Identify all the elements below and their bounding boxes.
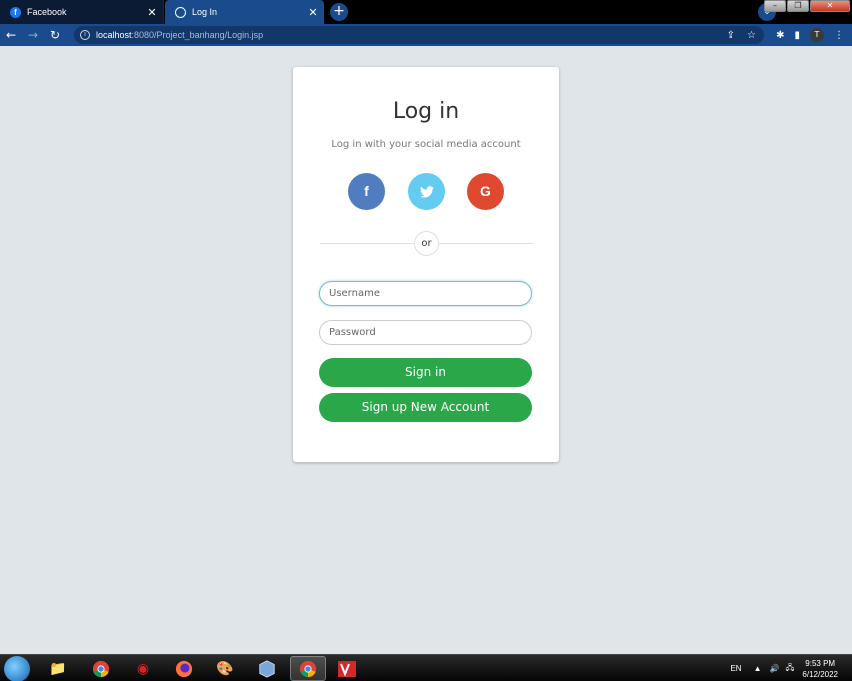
login-subtitle: Log in with your social media account <box>331 139 521 150</box>
minimize-button[interactable]: – <box>764 0 786 12</box>
tab-login[interactable]: Log In ✕ <box>165 0 324 24</box>
network-icon[interactable]: 🖧 <box>785 662 794 676</box>
facebook-login-button[interactable]: f <box>348 173 385 210</box>
password-input[interactable] <box>319 320 532 345</box>
firefox-icon[interactable] <box>166 656 202 681</box>
chrome-active-icon[interactable] <box>290 656 326 681</box>
close-icon[interactable]: ✕ <box>145 6 159 19</box>
reload-button[interactable]: ↻ <box>44 28 66 42</box>
forward-button[interactable]: → <box>22 28 44 42</box>
system-tray: EN ▲ 🔊 🖧 9:53 PM 6/12/2022 <box>730 655 852 681</box>
username-input[interactable] <box>319 281 532 306</box>
back-button[interactable]: ← <box>0 28 22 42</box>
page-body: Log in Log in with your social media acc… <box>0 46 852 654</box>
browser-toolbar: ← → ↻ i localhost :8080/Project_banhang/… <box>0 24 852 46</box>
info-icon[interactable]: i <box>80 30 90 40</box>
chrome-icon[interactable] <box>83 656 119 681</box>
virtualbox-icon[interactable] <box>249 656 285 681</box>
or-separator: or <box>414 231 439 256</box>
google-login-button[interactable]: G <box>467 173 504 210</box>
globe-icon <box>175 6 186 18</box>
share-icon[interactable]: ⇪ <box>727 30 735 41</box>
login-title: Log in <box>392 99 460 124</box>
sign-in-button[interactable]: Sign in <box>319 358 532 387</box>
clock-time: 9:53 PM <box>805 658 836 668</box>
browser-tab-strip: f Facebook ✕ Log In ✕ + ⌄ – ❐ ✕ <box>0 0 852 24</box>
restore-button[interactable]: ❐ <box>787 0 809 12</box>
extensions-icon[interactable]: ✱ <box>776 30 784 41</box>
profile-avatar[interactable]: T <box>810 28 824 42</box>
language-indicator[interactable]: EN <box>730 664 741 673</box>
window-controls: – ❐ ✕ <box>764 0 850 12</box>
facebook-icon: f <box>364 183 369 199</box>
facebook-icon: f <box>10 6 21 18</box>
tab-title: Log In <box>192 7 218 17</box>
tab-facebook[interactable]: f Facebook ✕ <box>0 0 164 24</box>
app-icon[interactable]: ◉ <box>125 656 161 681</box>
sign-up-button[interactable]: Sign up New Account <box>319 393 532 422</box>
twitter-icon <box>419 183 434 199</box>
show-hidden-icons-icon[interactable]: ▲ <box>754 664 762 673</box>
google-icon: G <box>480 183 491 199</box>
close-icon[interactable]: ✕ <box>306 6 320 19</box>
url-host: localhost <box>96 30 132 40</box>
clock-date: 6/12/2022 <box>802 669 838 679</box>
twitter-login-button[interactable] <box>408 173 445 210</box>
url-path: :8080/Project_banhang/Login.jsp <box>131 30 264 40</box>
clock[interactable]: 9:53 PM 6/12/2022 <box>802 658 838 680</box>
close-window-button[interactable]: ✕ <box>810 0 850 12</box>
taskbar: 📁 ◉ 🎨 EN ▲ 🔊 🖧 9:53 PM 6/12/2022 <box>0 654 852 681</box>
login-card: Log in Log in with your social media acc… <box>293 67 559 462</box>
visual-paradigm-icon[interactable] <box>329 656 365 681</box>
new-tab-button[interactable]: + <box>330 3 348 21</box>
tab-title: Facebook <box>27 7 67 17</box>
side-panel-icon[interactable]: ▮ <box>794 30 800 41</box>
paint-icon[interactable]: 🎨 <box>207 656 243 681</box>
menu-icon[interactable]: ⋮ <box>834 30 844 41</box>
bookmark-star-icon[interactable]: ☆ <box>747 30 756 41</box>
start-button[interactable] <box>4 656 30 681</box>
volume-icon[interactable]: 🔊 <box>770 664 780 673</box>
address-bar[interactable]: i localhost :8080/Project_banhang/Login.… <box>74 26 764 44</box>
file-explorer-icon[interactable]: 📁 <box>40 656 76 681</box>
